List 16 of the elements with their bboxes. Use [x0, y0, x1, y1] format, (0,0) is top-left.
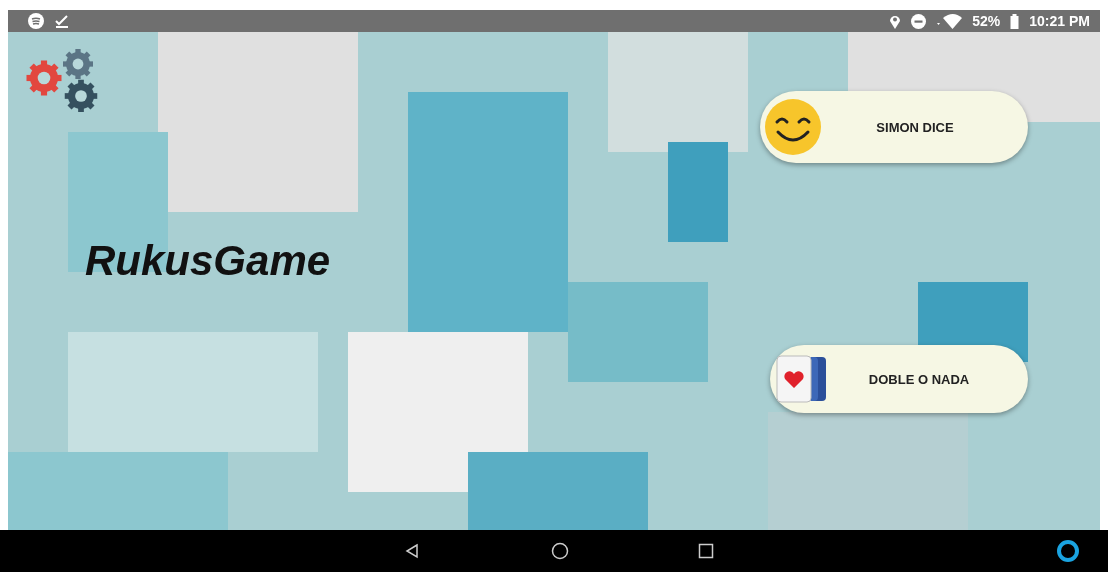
status-time: 10:21 PM — [1029, 13, 1090, 29]
assistant-icon[interactable] — [1056, 539, 1080, 563]
battery-percentage: 52% — [972, 13, 1001, 29]
music-app-icon — [28, 13, 44, 29]
smiley-icon — [764, 98, 822, 156]
app-title: RukusGame — [85, 237, 332, 285]
back-icon[interactable] — [405, 543, 419, 559]
download-done-icon — [54, 13, 70, 29]
home-icon[interactable] — [551, 542, 569, 560]
location-icon — [889, 13, 902, 29]
game-button[interactable]: SIMON DICE — [760, 91, 1028, 163]
wifi-icon — [936, 13, 963, 29]
game-button[interactable]: DOBLE O NADA — [770, 345, 1028, 413]
recent-apps-icon[interactable] — [698, 543, 714, 559]
do-not-disturb-icon — [911, 13, 927, 29]
battery-icon — [1010, 13, 1020, 29]
